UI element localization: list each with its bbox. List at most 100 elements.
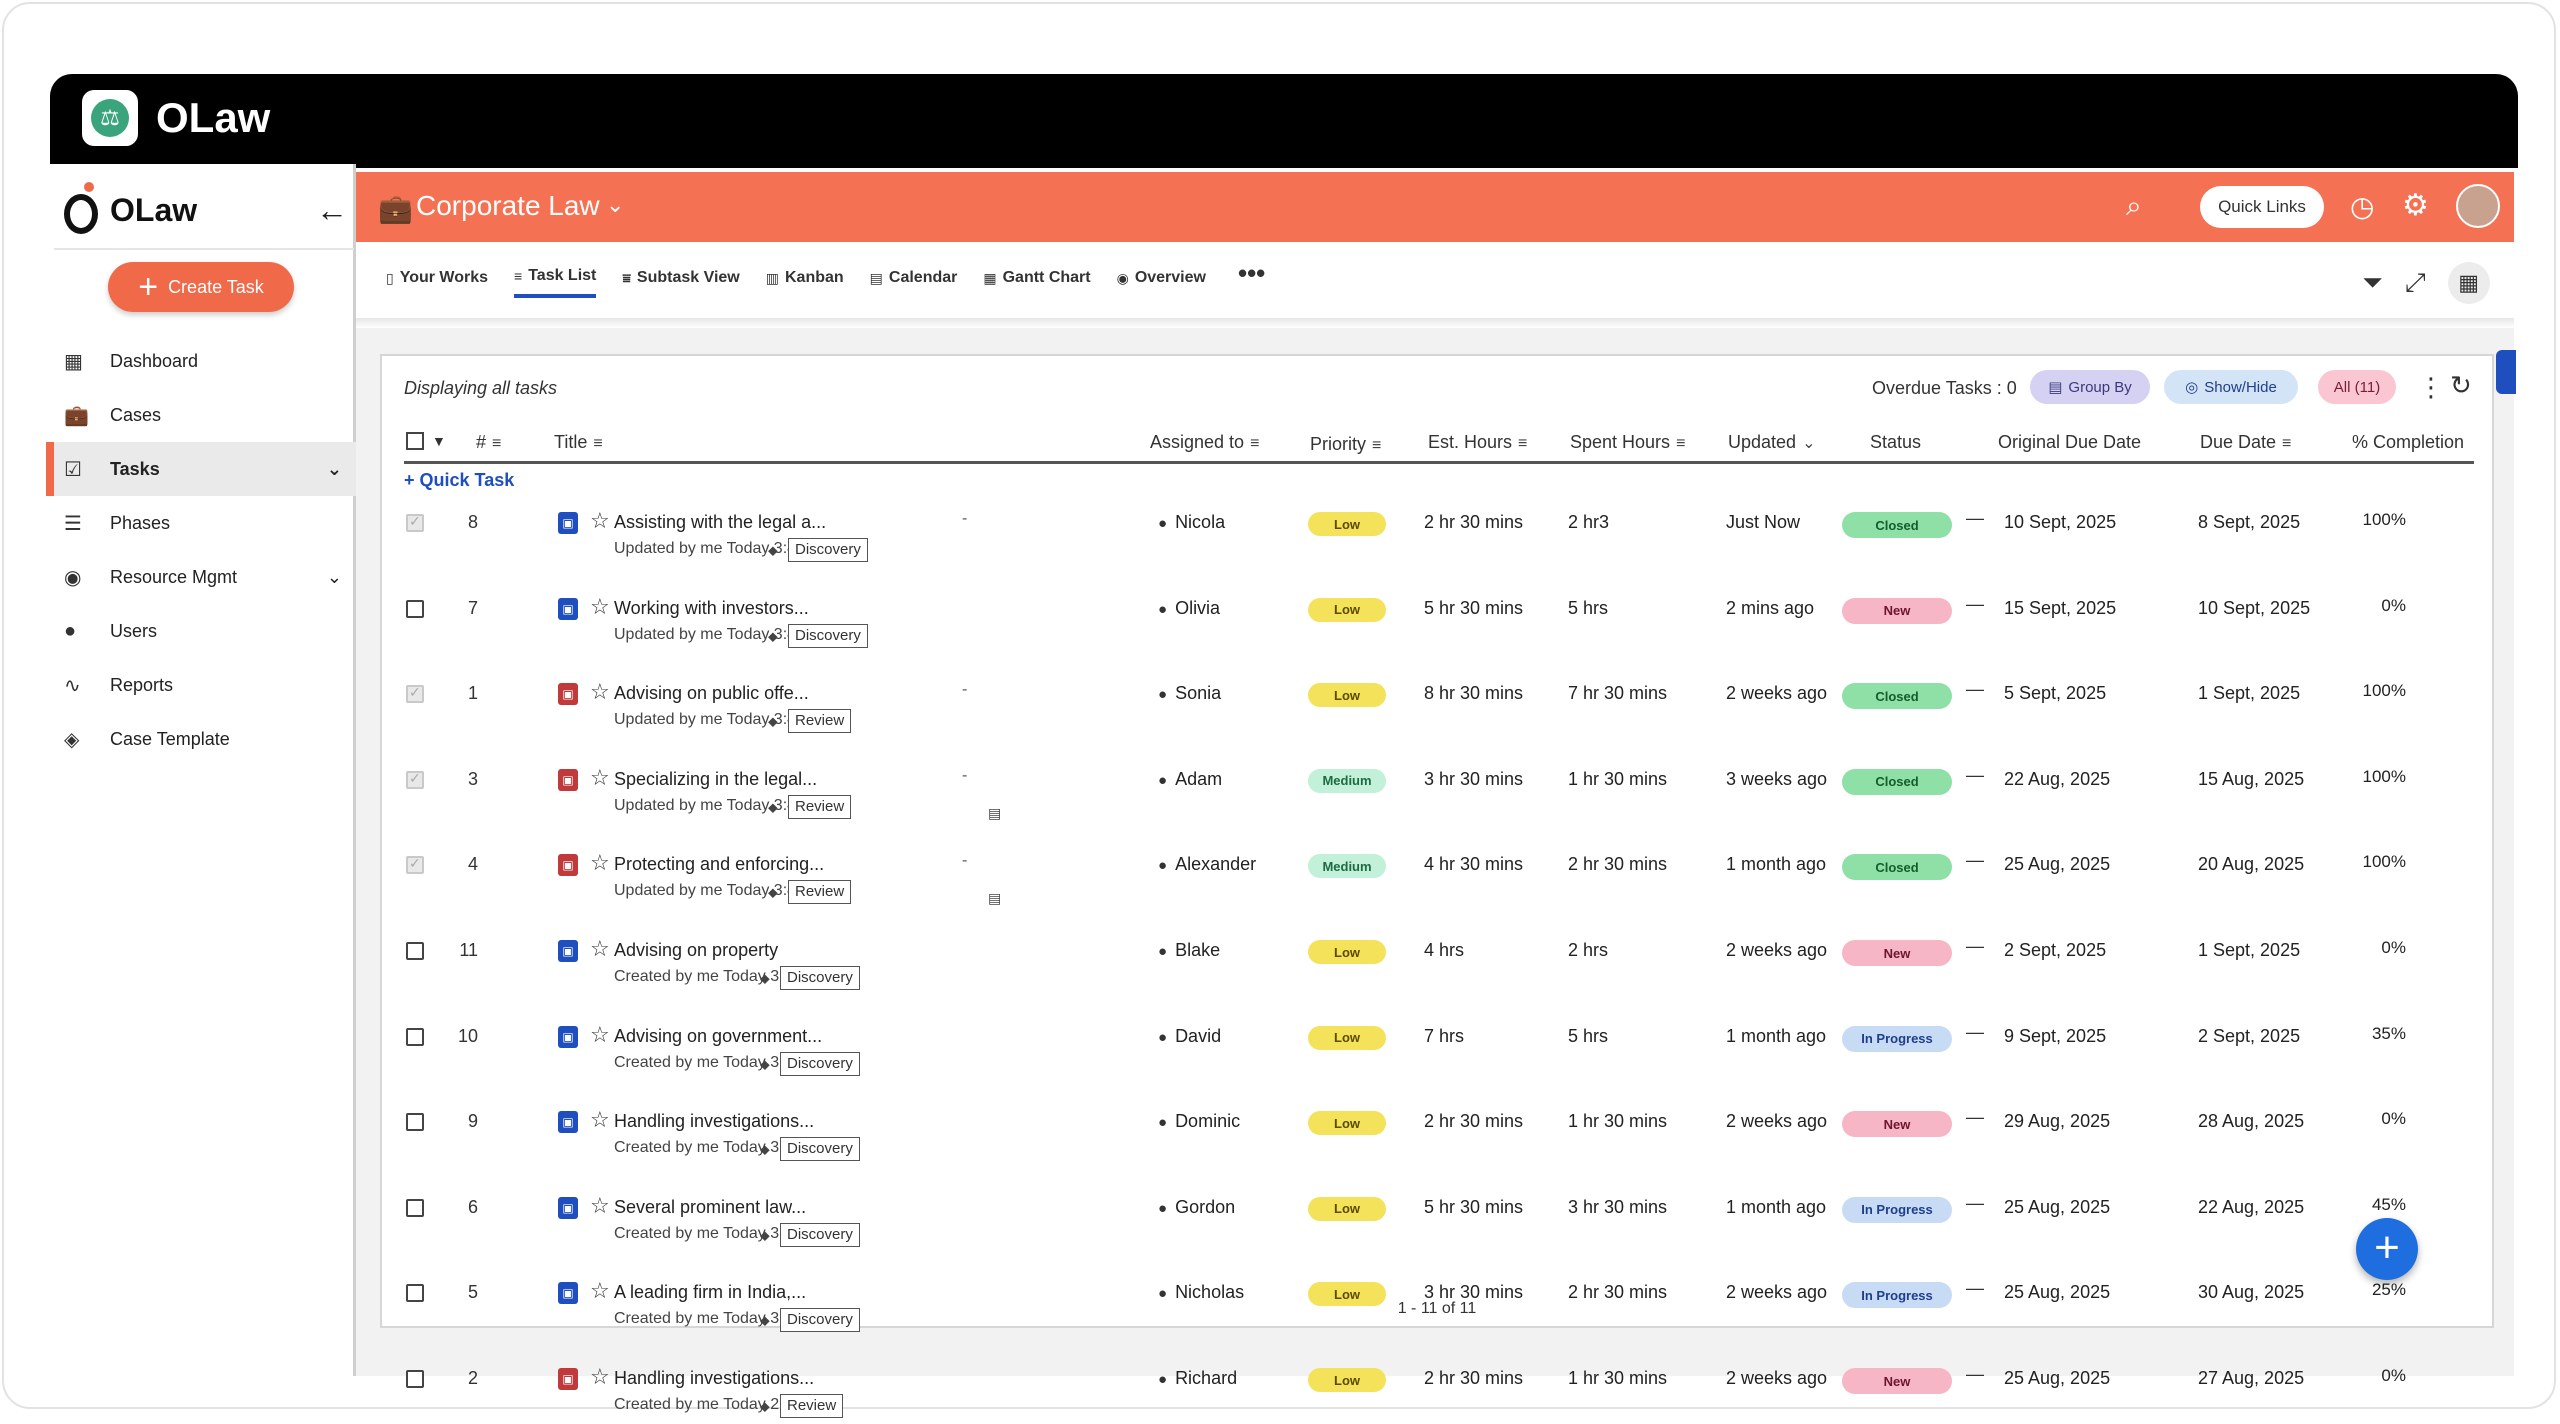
table-row[interactable]: 6 ▣ ☆ Several prominent law... Created b… (382, 1183, 2492, 1253)
tab-gantt-chart[interactable]: ▦ Gantt Chart (983, 258, 1090, 298)
search-icon[interactable]: ⌕ (2126, 190, 2142, 223)
table-row[interactable]: 3 ▣ ☆ Specializing in the legal... - ▤ U… (382, 755, 2492, 825)
task-title[interactable]: Specializing in the legal... (614, 769, 817, 790)
clock-icon[interactable]: ◷ (2350, 190, 2374, 223)
expand-icon[interactable]: ⤢ (2405, 267, 2426, 299)
assignee[interactable]: ● Blake (1158, 940, 1220, 961)
assignee[interactable]: ● Dominic (1158, 1111, 1240, 1132)
sidebar-item-cases[interactable]: 💼 Cases (46, 388, 356, 442)
gear-icon[interactable]: ⚙ (2402, 188, 2429, 223)
task-title[interactable]: Advising on government... (614, 1026, 822, 1047)
tab-kanban[interactable]: ▥ Kanban (766, 258, 844, 298)
status-badge[interactable]: Closed (1842, 683, 1952, 710)
assignee[interactable]: ● Nicola (1158, 512, 1225, 533)
col-num[interactable]: # ≡ (476, 432, 501, 453)
col-assigned[interactable]: Assigned to ≡ (1150, 432, 1259, 453)
assignee[interactable]: ● Adam (1158, 769, 1222, 790)
show-hide-button[interactable]: ◎ Show/Hide (2164, 370, 2298, 404)
sidebar-item-users[interactable]: ● Users (46, 604, 356, 658)
all-filter-button[interactable]: All (11) (2318, 370, 2396, 404)
col-est[interactable]: Est. Hours ≡ (1428, 432, 1527, 453)
row-checkbox[interactable] (406, 1113, 424, 1132)
task-tag[interactable]: Discovery (780, 966, 860, 990)
status-badge[interactable]: Closed (1842, 768, 1952, 795)
table-row[interactable]: 9 ▣ ☆ Handling investigations... Created… (382, 1097, 2492, 1167)
status-badge[interactable]: In Progress (1842, 1025, 1952, 1052)
task-title[interactable]: Protecting and enforcing... (614, 854, 824, 875)
sidebar-item-tasks[interactable]: ☑ Tasks ⌄ (46, 442, 356, 496)
subtask-icon[interactable]: ▤ (988, 805, 1001, 822)
status-badge[interactable]: New (1842, 940, 1952, 966)
row-checkbox[interactable] (406, 942, 424, 960)
star-icon[interactable]: ☆ (590, 508, 610, 534)
side-drawer-handle[interactable] (2496, 350, 2516, 394)
priority-badge[interactable]: Low (1308, 512, 1386, 536)
star-icon[interactable]: ☆ (590, 1107, 610, 1133)
table-row[interactable]: 2 ▣ ☆ Handling investigations... Created… (382, 1354, 2492, 1424)
more-vert-icon[interactable]: ⋮ (2418, 372, 2444, 403)
tab-overview[interactable]: ◉ Overview (1117, 258, 1206, 298)
task-tag[interactable]: Discovery (788, 623, 868, 648)
status-badge[interactable]: Closed (1842, 512, 1952, 538)
table-row[interactable]: 1 ▣ ☆ Advising on public offe... - Updat… (382, 669, 2492, 739)
star-icon[interactable]: ☆ (590, 594, 610, 620)
priority-badge[interactable]: Low (1308, 683, 1386, 708)
row-checkbox[interactable] (406, 684, 424, 704)
table-row[interactable]: 8 ▣ ☆ Assisting with the legal a... - Up… (382, 498, 2492, 568)
project-selector[interactable]: Corporate Law (416, 190, 600, 222)
star-icon[interactable]: ☆ (590, 765, 610, 791)
row-checkbox[interactable] (406, 1198, 424, 1217)
quick-links-button[interactable]: Quick Links (2200, 186, 2324, 228)
task-tag[interactable]: Discovery (780, 1222, 860, 1247)
table-row[interactable]: 11 ▣ ☆ Advising on property Created by m… (382, 926, 2492, 996)
group-by-button[interactable]: ▤ Group By (2030, 370, 2150, 404)
assignee[interactable]: ● Gordon (1158, 1197, 1235, 1218)
tab-subtask-view[interactable]: ⩸ Subtask View (622, 258, 739, 298)
sidebar-item-case-template[interactable]: ◈ Case Template (46, 712, 356, 766)
star-icon[interactable]: ☆ (590, 1022, 610, 1048)
priority-badge[interactable]: Low (1308, 597, 1386, 622)
sidebar-item-resource-mgmt[interactable]: ◉ Resource Mgmt ⌄ (46, 550, 356, 604)
status-badge[interactable]: Closed (1842, 854, 1952, 881)
filter-icon[interactable]: ⏷ (2362, 267, 2383, 299)
assignee[interactable]: ● Richard (1158, 1368, 1237, 1389)
task-tag[interactable]: Review (788, 709, 852, 734)
assignee[interactable]: ● Olivia (1158, 598, 1220, 619)
task-tag[interactable]: Review (788, 880, 852, 905)
table-row[interactable]: 10 ▣ ☆ Advising on government... Created… (382, 1012, 2492, 1082)
task-title[interactable]: Assisting with the legal a... (614, 512, 826, 533)
select-all[interactable]: ▼ (406, 430, 446, 451)
grid-icon[interactable]: ▦ (2447, 262, 2490, 304)
priority-badge[interactable]: Medium (1308, 854, 1386, 879)
star-icon[interactable]: ☆ (590, 1364, 610, 1390)
col-completion[interactable]: % Completion (2352, 432, 2464, 453)
priority-badge[interactable]: Low (1308, 1368, 1386, 1392)
priority-badge[interactable]: Low (1308, 1111, 1386, 1136)
status-badge[interactable]: New (1842, 1111, 1952, 1138)
refresh-icon[interactable]: ↻ (2450, 370, 2472, 401)
more-horiz-icon[interactable]: ••• (1238, 258, 1265, 308)
status-badge[interactable]: In Progress (1842, 1196, 1952, 1223)
row-checkbox[interactable] (406, 513, 424, 532)
col-title[interactable]: Title ≡ (554, 432, 603, 453)
task-tag[interactable]: Discovery (780, 1137, 860, 1162)
arrow-left-icon[interactable]: ← (316, 192, 348, 229)
create-task-button[interactable]: + Create Task (108, 262, 294, 312)
col-due[interactable]: Due Date ≡ (2200, 432, 2291, 453)
priority-badge[interactable]: Low (1308, 1025, 1386, 1050)
status-badge[interactable]: New (1842, 597, 1952, 624)
col-priority[interactable]: Priority ≡ (1310, 434, 1381, 455)
star-icon[interactable]: ☆ (590, 936, 610, 962)
tab-calendar[interactable]: ▤ Calendar (870, 258, 958, 298)
priority-badge[interactable]: Low (1308, 1196, 1386, 1221)
col-updated[interactable]: Updated ⌄ (1728, 432, 1815, 453)
col-original-due[interactable]: Original Due Date (1998, 432, 2141, 453)
task-title[interactable]: Advising on public offe... (614, 683, 809, 704)
priority-badge[interactable]: Medium (1308, 768, 1386, 793)
sidebar-item-dashboard[interactable]: ▦ Dashboard (46, 334, 356, 388)
task-tag[interactable]: Discovery (780, 1051, 860, 1076)
task-title[interactable]: Handling investigations... (614, 1111, 814, 1132)
assignee[interactable]: ● Sonia (1158, 683, 1221, 704)
row-checkbox[interactable] (406, 770, 424, 789)
task-tag[interactable]: Discovery (788, 538, 868, 562)
